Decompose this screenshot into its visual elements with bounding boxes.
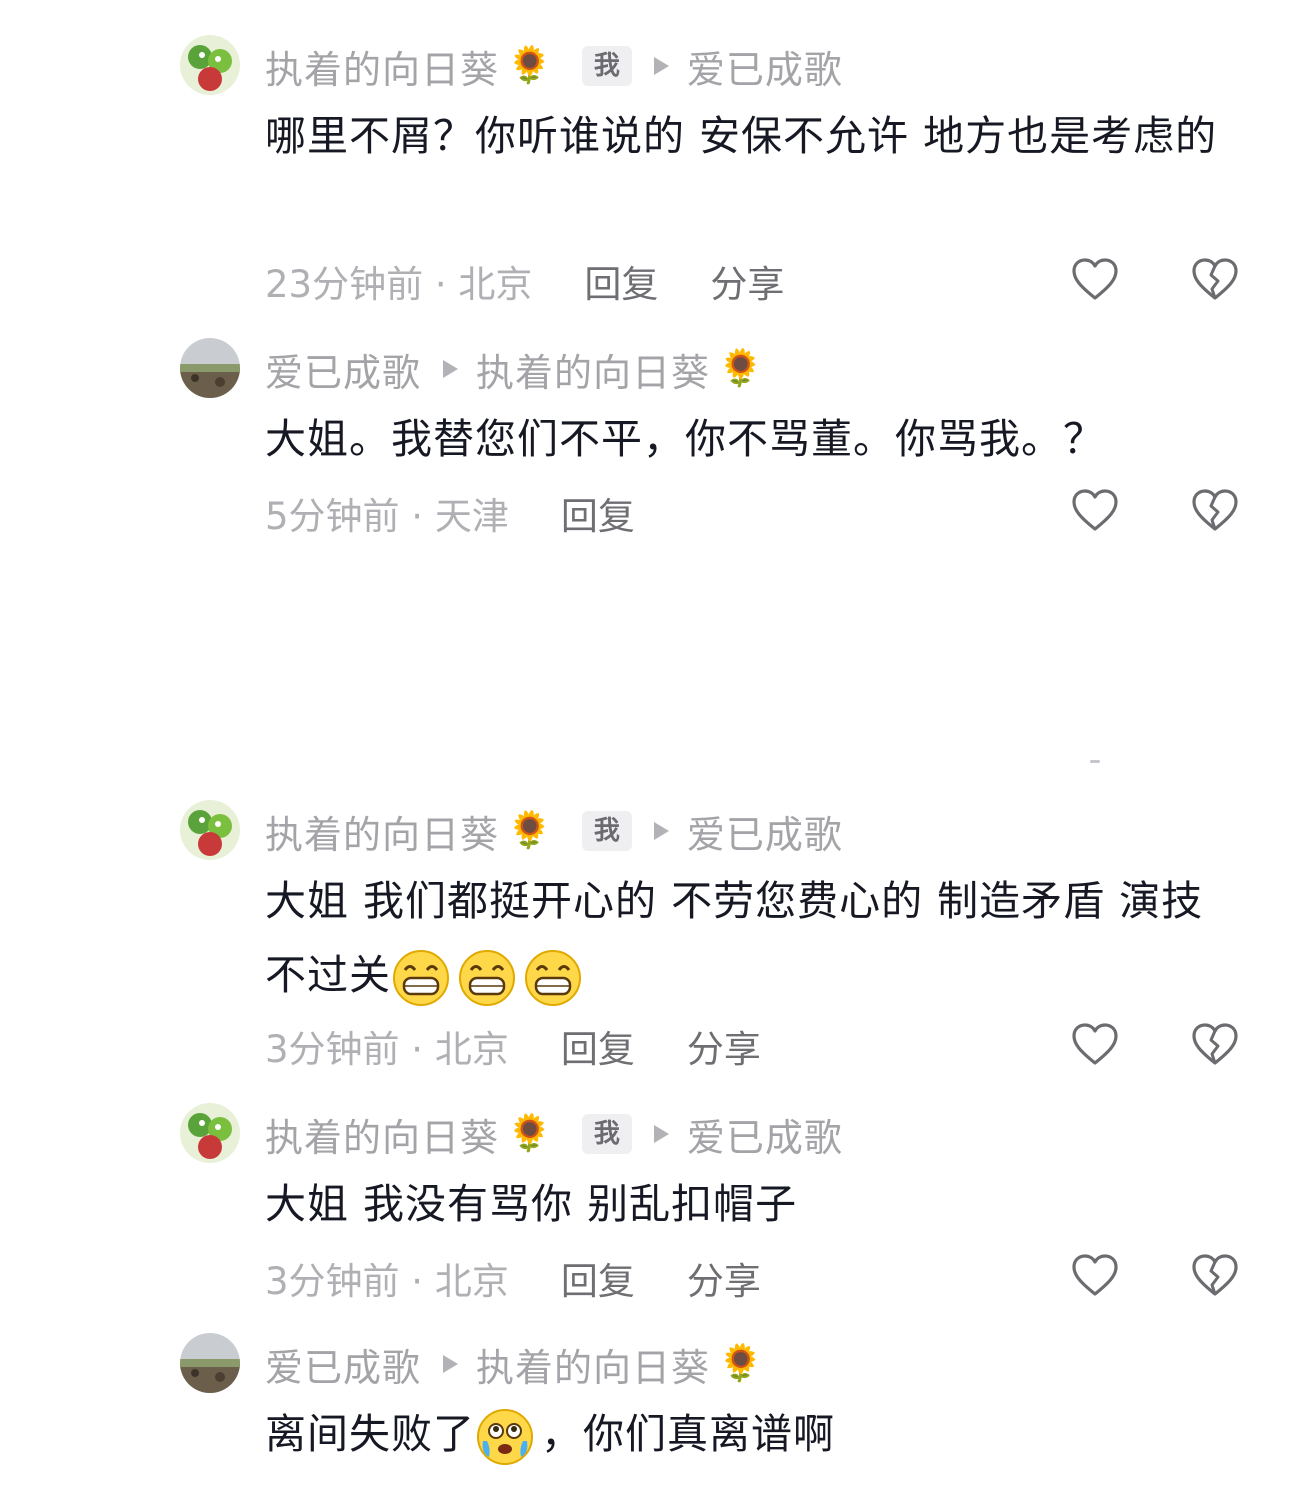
avatar[interactable] <box>180 338 240 398</box>
author-name[interactable]: 爱已成歌 <box>265 342 421 397</box>
comment-meta: 3分钟前 · 北京 回复 分享 <box>265 1021 761 1071</box>
reply-to-name[interactable]: 执着的向日葵 <box>476 1337 710 1392</box>
reply-button[interactable]: 回复 <box>561 486 635 540</box>
comment-text-part1: 离间失败了 <box>265 1410 475 1458</box>
dislike-broken-heart-icon[interactable] <box>1190 486 1240 536</box>
sunflower-emoji-icon: 🌻 <box>507 810 552 851</box>
reply-button[interactable]: 回复 <box>561 1019 635 1073</box>
comment-header: 执着的向日葵 🌻 我 爱已成歌 <box>265 40 843 92</box>
comment-meta: 5分钟前 · 天津 回复 <box>265 488 635 538</box>
like-heart-icon[interactable] <box>1070 255 1120 305</box>
reply-arrow-icon <box>653 57 669 75</box>
like-heart-icon[interactable] <box>1070 1020 1120 1070</box>
comment-text-part2: ，你们真离谱啊 <box>541 1410 835 1458</box>
author-name[interactable]: 执着的向日葵 <box>265 1107 499 1162</box>
comment-header: 执着的向日葵 🌻 我 爱已成歌 <box>265 805 843 857</box>
grinning-face-emoji-icon <box>391 948 451 1008</box>
dislike-broken-heart-icon[interactable] <box>1190 255 1240 305</box>
grinning-face-emoji-icon <box>457 948 517 1008</box>
reply-button[interactable]: 回复 <box>584 254 658 308</box>
sunflower-emoji-icon: 🌻 <box>718 1343 763 1384</box>
avatar[interactable] <box>180 1333 240 1393</box>
reply-arrow-icon <box>653 1125 669 1143</box>
share-button[interactable]: 分享 <box>710 254 784 308</box>
sunflower-emoji-icon: 🌻 <box>507 45 552 86</box>
time-location: 3分钟前 · 北京 <box>265 1260 509 1303</box>
crying-face-emoji-icon <box>475 1407 535 1467</box>
time-location: 5分钟前 · 天津 <box>265 495 509 538</box>
comment-text: 大姐。我替您们不平，你不骂董。你骂我。？ <box>265 415 1105 463</box>
like-heart-icon[interactable] <box>1070 486 1120 536</box>
comment-meta: 3分钟前 · 北京 回复 分享 <box>265 1253 761 1303</box>
me-badge: 我 <box>581 811 632 851</box>
comment-text: 大姐 我们都挺开心的 不劳您费心的 制造矛盾 演技不过关 <box>265 864 1245 1012</box>
like-heart-icon[interactable] <box>1070 1251 1120 1301</box>
comment-text: 大姐 我没有骂你 别乱扣帽子 <box>265 1180 798 1228</box>
author-name[interactable]: 爱已成歌 <box>265 1337 421 1392</box>
share-button[interactable]: 分享 <box>687 1251 761 1305</box>
reply-to-name[interactable]: 爱已成歌 <box>687 39 843 94</box>
sunflower-emoji-icon: 🌻 <box>507 1113 552 1154</box>
reply-to-name[interactable]: 执着的向日葵 <box>476 342 710 397</box>
grinning-face-emoji-icon <box>523 948 583 1008</box>
time-location: 23分钟前 · 北京 <box>265 263 533 306</box>
dislike-broken-heart-icon[interactable] <box>1190 1251 1240 1301</box>
comment-header: 爱已成歌 执着的向日葵 🌻 <box>265 1338 763 1390</box>
comment-text: 哪里不屑？你听谁说的 安保不允许 地方也是考虑的 <box>265 112 1218 160</box>
reply-button[interactable]: 回复 <box>561 1251 635 1305</box>
reply-to-name[interactable]: 爱已成歌 <box>687 804 843 859</box>
dislike-broken-heart-icon[interactable] <box>1190 1020 1240 1070</box>
avatar[interactable] <box>180 800 240 860</box>
avatar[interactable] <box>180 35 240 95</box>
divider <box>1090 760 1100 763</box>
comment-text: 离间失败了 ，你们真离谱啊 <box>265 1397 1245 1471</box>
comment-meta: 23分钟前 · 北京 回复 分享 <box>265 256 784 306</box>
author-name[interactable]: 执着的向日葵 <box>265 39 499 94</box>
avatar[interactable] <box>180 1103 240 1163</box>
me-badge: 我 <box>581 46 632 86</box>
reply-to-name[interactable]: 爱已成歌 <box>687 1107 843 1162</box>
me-badge: 我 <box>581 1114 632 1154</box>
share-button[interactable]: 分享 <box>687 1019 761 1073</box>
time-location: 3分钟前 · 北京 <box>265 1028 509 1071</box>
sunflower-emoji-icon: 🌻 <box>718 348 763 389</box>
reply-arrow-icon <box>443 1355 459 1373</box>
author-name[interactable]: 执着的向日葵 <box>265 804 499 859</box>
comment-header: 爱已成歌 执着的向日葵 🌻 <box>265 343 763 395</box>
comment-header: 执着的向日葵 🌻 我 爱已成歌 <box>265 1108 843 1160</box>
reply-arrow-icon <box>443 360 459 378</box>
reply-arrow-icon <box>653 822 669 840</box>
